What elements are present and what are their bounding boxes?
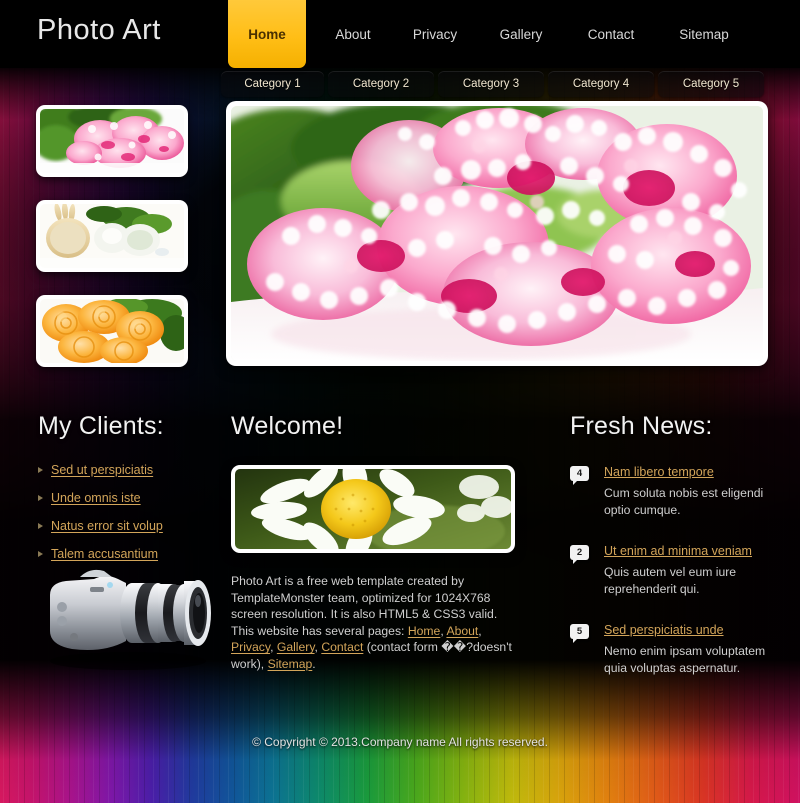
hero-image-frame[interactable] bbox=[226, 101, 768, 366]
news-heading: Fresh News: bbox=[570, 412, 713, 440]
link-privacy[interactable]: Privacy bbox=[231, 640, 270, 654]
category-tabs: Category 1 Category 2 Category 3 Category 4… bbox=[221, 71, 764, 97]
thumbnail-3-image bbox=[40, 299, 184, 363]
category-tab-5[interactable]: Category 5 bbox=[658, 71, 764, 97]
link-contact[interactable]: Contact bbox=[321, 640, 363, 654]
site-header: Photo Art Home About Privacy Gallery Contact… bbox=[0, 0, 800, 68]
client-link[interactable]: Sed ut perspiciatis bbox=[51, 463, 153, 477]
welcome-column: Welcome! Photo Art is a free web templat… bbox=[231, 412, 521, 673]
client-item[interactable]: Unde omnis iste bbox=[38, 491, 213, 505]
bullet-triangle-icon bbox=[38, 495, 43, 501]
news-body-text: Cum soluta nobis est eligendi optio cumq… bbox=[604, 486, 764, 517]
hero-image bbox=[231, 106, 763, 361]
nav-item-about[interactable]: About bbox=[318, 0, 388, 68]
nav-item-sitemap[interactable]: Sitemap bbox=[664, 0, 744, 68]
category-tab-4[interactable]: Category 4 bbox=[548, 71, 654, 97]
news-date-badge: 4 bbox=[570, 466, 589, 485]
thumb3-svg bbox=[40, 299, 184, 363]
welcome-image-frame[interactable] bbox=[231, 465, 515, 553]
site-logo[interactable]: Photo Art bbox=[37, 14, 161, 47]
welcome-body-text: Photo Art is a free web template created… bbox=[231, 573, 521, 673]
nav-item-home[interactable]: Home bbox=[228, 0, 306, 68]
daisy-svg bbox=[235, 469, 511, 549]
page-root: Photo Art Home About Privacy Gallery Contact… bbox=[0, 0, 800, 803]
camera-svg bbox=[50, 569, 211, 670]
nav-item-contact[interactable]: Contact bbox=[572, 0, 650, 68]
link-about[interactable]: About bbox=[446, 624, 478, 638]
news-body-text: Nemo enim ipsam voluptatem quia voluptas… bbox=[604, 644, 766, 675]
footer-copyright: © Copyright © 2013.Company name All righ… bbox=[252, 735, 548, 749]
clients-column: My Clients: Sed ut perspiciatis Unde omni… bbox=[38, 412, 213, 670]
category-tab-1[interactable]: Category 1 bbox=[221, 71, 324, 97]
bullet-triangle-icon bbox=[38, 523, 43, 529]
camera-illustration bbox=[32, 557, 218, 672]
thumbnail-1[interactable] bbox=[36, 105, 188, 177]
link-home[interactable]: Home bbox=[408, 624, 441, 638]
news-title-link[interactable]: Sed perspiciatis unde bbox=[604, 623, 790, 637]
welcome-image bbox=[235, 469, 511, 549]
news-title-link[interactable]: Ut enim ad minima veniam bbox=[604, 544, 790, 558]
news-date-badge: 2 bbox=[570, 545, 589, 564]
news-item: 4 Nam libero tempore Cum soluta nobis est … bbox=[570, 465, 790, 519]
thumb2-svg bbox=[40, 204, 184, 268]
news-date-badge: 5 bbox=[570, 624, 589, 643]
nav-item-privacy[interactable]: Privacy bbox=[396, 0, 474, 68]
thumbnail-2-image bbox=[40, 204, 184, 268]
client-link[interactable]: Unde omnis iste bbox=[51, 491, 141, 505]
hero-svg bbox=[231, 106, 763, 361]
welcome-text-part3: . bbox=[312, 656, 316, 671]
category-tab-3[interactable]: Category 3 bbox=[438, 71, 544, 97]
news-title-link[interactable]: Nam libero tempore bbox=[604, 465, 790, 479]
client-item[interactable]: Sed ut perspiciatis bbox=[38, 463, 213, 477]
thumbnail-2[interactable] bbox=[36, 200, 188, 272]
welcome-heading: Welcome! bbox=[231, 412, 344, 440]
category-tab-2[interactable]: Category 2 bbox=[328, 71, 434, 97]
clients-heading: My Clients: bbox=[38, 412, 164, 440]
clients-list: Sed ut perspiciatis Unde omnis iste Natus … bbox=[38, 463, 213, 561]
news-item: 2 Ut enim ad minima veniam Quis autem vel … bbox=[570, 544, 790, 598]
hero-tulip-illustration bbox=[231, 106, 763, 361]
sep-3: , bbox=[270, 640, 277, 655]
client-link[interactable]: Natus error sit volup bbox=[51, 519, 163, 533]
thumbnail-list bbox=[36, 105, 188, 390]
sep-2: , bbox=[478, 623, 482, 638]
thumb1-svg bbox=[40, 109, 184, 173]
client-item[interactable]: Natus error sit volup bbox=[38, 519, 213, 533]
thumbnail-1-image bbox=[40, 109, 184, 173]
thumbnail-3[interactable] bbox=[36, 295, 188, 367]
link-gallery[interactable]: Gallery bbox=[277, 640, 315, 654]
news-item: 5 Sed perspiciatis unde Nemo enim ipsam vo… bbox=[570, 623, 790, 677]
bullet-triangle-icon bbox=[38, 467, 43, 473]
news-list: 4 Nam libero tempore Cum soluta nobis est … bbox=[570, 465, 790, 677]
news-column: Fresh News: 4 Nam libero tempore Cum solut… bbox=[570, 412, 790, 702]
news-body-text: Quis autem vel eum iure reprehenderit qu… bbox=[604, 565, 737, 596]
link-sitemap[interactable]: Sitemap bbox=[268, 657, 313, 671]
nav-item-gallery[interactable]: Gallery bbox=[484, 0, 558, 68]
